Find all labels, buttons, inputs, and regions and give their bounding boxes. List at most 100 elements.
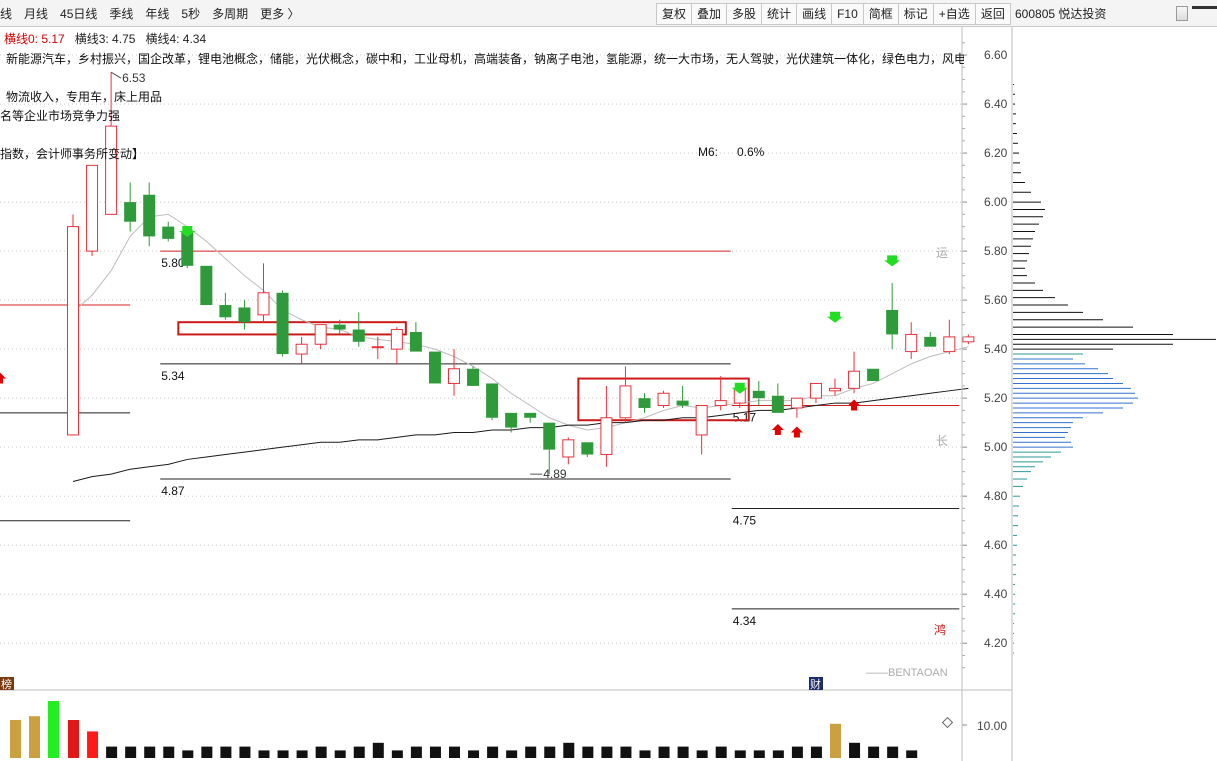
candle-body-down xyxy=(467,368,480,386)
candle xyxy=(448,349,460,396)
candle-body-up xyxy=(390,329,403,350)
y-tick-label: 6.00 xyxy=(984,195,1008,209)
volume-bar xyxy=(48,701,59,758)
watermark: ——BENTAOAN xyxy=(866,667,948,679)
candle-body-down xyxy=(638,398,651,408)
period-day-suffix[interactable]: 线 xyxy=(0,5,18,23)
candle-body-up xyxy=(448,368,460,384)
volume-bar xyxy=(163,746,175,758)
horizontal-line-label: 4.34 xyxy=(733,614,757,628)
window-dash-icon[interactable] xyxy=(1192,6,1217,9)
period-year[interactable]: 年线 xyxy=(139,5,175,23)
candle xyxy=(676,385,689,408)
volume-bar xyxy=(658,746,670,758)
ma-layer xyxy=(72,213,969,482)
period-month[interactable]: 月线 xyxy=(18,5,54,23)
report-icon[interactable] xyxy=(1176,6,1188,21)
y-tick-label: 4.60 xyxy=(984,538,1008,552)
candle xyxy=(238,300,251,330)
volume-bar xyxy=(296,750,308,758)
candle-body-up xyxy=(295,343,308,355)
horizontal-line-label: 4.75 xyxy=(733,513,757,527)
candle-body-up xyxy=(600,417,613,456)
volume-bar xyxy=(201,746,213,758)
volume-bar xyxy=(487,746,499,758)
volume-bar xyxy=(29,716,40,758)
top-icons xyxy=(1176,6,1188,21)
candle xyxy=(581,442,594,457)
candle xyxy=(200,265,213,306)
stats-button[interactable]: 统计 xyxy=(761,3,798,25)
candle xyxy=(257,263,270,323)
concept-tags: 新能源汽车，乡村振兴，国企改革，锂电池概念，储能，光伏概念，碳中和，工业母机，高… xyxy=(6,52,964,66)
candle-body-down xyxy=(924,336,937,347)
candle-body-down xyxy=(771,395,784,413)
candle xyxy=(867,368,880,382)
candle xyxy=(809,382,822,404)
down-arrow-icon xyxy=(884,255,901,267)
y-tick-label: 6.60 xyxy=(984,48,1008,62)
candle xyxy=(524,412,537,423)
candle-body-up xyxy=(314,324,327,345)
volume-bar xyxy=(696,750,708,758)
candle xyxy=(962,334,975,345)
period-5sec[interactable]: 5秒 xyxy=(175,5,206,23)
candle xyxy=(409,322,422,352)
volume-bar xyxy=(868,746,880,758)
period-multi[interactable]: 多周期 xyxy=(206,5,254,23)
candle xyxy=(219,292,232,320)
volume-bar xyxy=(906,750,918,758)
ma-long-line xyxy=(72,387,969,482)
period-more[interactable]: 更多 〉 xyxy=(254,5,305,23)
period-bar: 线 月线 45日线 季线 年线 5秒 多周期 更多 〉 xyxy=(0,5,305,23)
candle xyxy=(486,383,499,421)
candle xyxy=(428,351,441,384)
zone-box xyxy=(177,321,407,336)
fuquan-button[interactable]: 复权 xyxy=(656,3,693,25)
candle-body-down xyxy=(219,305,232,318)
candle xyxy=(790,397,803,418)
y-tick-label: 5.80 xyxy=(984,244,1008,258)
f10-button[interactable]: F10 xyxy=(831,3,864,25)
volume-bar xyxy=(353,746,365,758)
volume-bar xyxy=(391,750,403,758)
volume-bar xyxy=(220,746,232,758)
profile-layer xyxy=(1013,83,1216,654)
candle-body-down xyxy=(333,324,346,330)
period-45day[interactable]: 45日线 xyxy=(54,5,103,23)
annotation-layer: 6.53 4.89 xyxy=(110,71,567,481)
marker-cai[interactable]: 财 xyxy=(810,677,821,691)
top-toolbar: 线 月线 45日线 季线 年线 5秒 多周期 更多 〉 复权 叠加 多股 统计 … xyxy=(0,0,1217,27)
candle-body-up xyxy=(695,405,708,436)
mark-button[interactable]: 标记 xyxy=(897,3,934,25)
hline4-label: 横线4: 4.34 xyxy=(145,32,207,46)
volume-bar xyxy=(544,746,556,758)
candle-body-up xyxy=(67,226,79,436)
stock-name: 600805 悦达投资 xyxy=(1015,7,1107,21)
overlay-button[interactable]: 叠加 xyxy=(691,3,728,25)
marker-bang[interactable]: 榜 xyxy=(1,677,12,691)
diamond-small-icon[interactable] xyxy=(941,716,954,729)
y-tick-label: 5.00 xyxy=(984,440,1008,454)
back-button[interactable]: 返回 xyxy=(974,3,1011,25)
kline-chart[interactable]: 5.805.344.875.174.754.34 6.534.89 6.606.… xyxy=(0,0,1217,761)
volume-bar xyxy=(372,742,384,758)
candle xyxy=(67,214,79,436)
simple-frame-button[interactable]: 简框 xyxy=(862,3,899,25)
axis-layer: 6.60 6.40 6.20 6.00 5.80 5.60 5.40 5.20 5.00 4.80… xyxy=(962,42,1008,733)
candle-body-up xyxy=(962,336,975,343)
period-quarter[interactable]: 季线 xyxy=(103,5,139,23)
volume-bar xyxy=(68,720,79,758)
candle-body-down xyxy=(581,442,594,455)
volume-bar xyxy=(791,746,803,758)
candle xyxy=(86,164,99,257)
candle xyxy=(295,336,308,364)
candle-body-down xyxy=(752,390,765,399)
multi-stock-button[interactable]: 多股 xyxy=(726,3,763,25)
add-watchlist-button[interactable]: +自选 xyxy=(932,3,976,25)
candle-body-up xyxy=(943,336,956,353)
volume-bar xyxy=(468,750,480,758)
draw-line-button[interactable]: 画线 xyxy=(796,3,833,25)
candle-body-up xyxy=(829,387,841,392)
down-arrow-icon xyxy=(827,311,843,323)
